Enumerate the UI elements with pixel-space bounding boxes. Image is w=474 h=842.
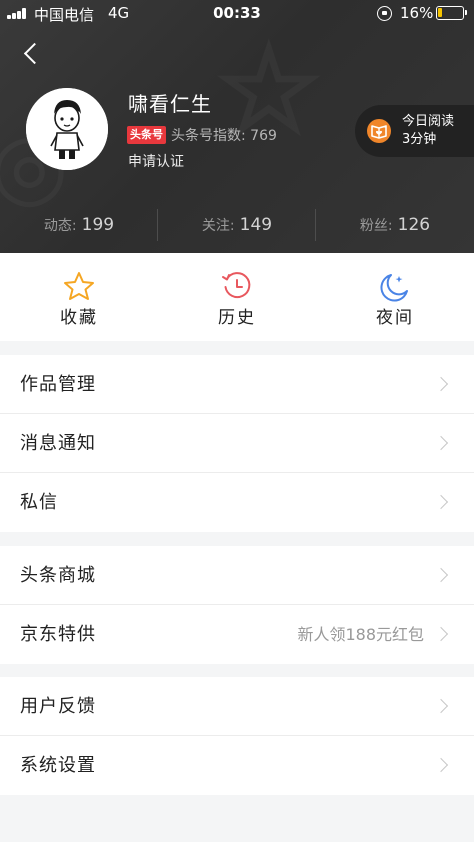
stat-value: 199 [81,215,115,235]
jd-promo-text: 新人领188元红包 [297,625,424,644]
status-bar: 中国电信 4G 00:33 16% [0,0,474,26]
profile-stats: 动态: 199 关注: 149 粉丝: 126 [0,205,474,245]
menu-item-label: 京东特供 [20,624,96,645]
menu-group-shopping: 头条商城 京东特供 新人领188元红包 [0,546,474,664]
toutiao-index-value: 769 [250,128,277,144]
avatar[interactable] [26,88,108,170]
menu-item-toutiao-mall[interactable]: 头条商城 [0,546,474,605]
history-button[interactable]: 历史 [158,253,316,341]
menu-item-system-settings[interactable]: 系统设置 [0,736,474,795]
stat-following[interactable]: 关注: 149 [158,205,316,245]
chevron-left-icon [23,42,46,65]
chevron-right-icon [433,567,449,583]
stat-label: 关注: [201,218,235,234]
favorites-label: 收藏 [60,308,98,328]
battery-percentage: 16% [400,4,434,22]
star-icon [64,272,94,300]
stat-posts[interactable]: 动态: 199 [0,205,158,245]
profile-header: ☆ ◎ 中国电信 4G 00:33 16% [0,0,474,253]
apply-certification-link[interactable]: 申请认证 [128,151,184,171]
history-label: 历史 [218,308,256,328]
quick-actions: 收藏 历史 夜间 [0,253,474,341]
toutiao-badge: 头条号 [127,126,166,144]
today-reading-text: 今日阅读 3分钟 [402,113,454,149]
menu-group-content: 作品管理 消息通知 私信 [0,355,474,532]
night-mode-button[interactable]: 夜间 [316,253,474,341]
menu-item-feedback[interactable]: 用户反馈 [0,677,474,736]
menu-item-label: 作品管理 [20,374,96,395]
stat-value: 149 [239,215,273,235]
toutiao-index: 头条号指数: 769 [171,125,277,145]
menu-item-label: 私信 [20,492,58,513]
book-heart-icon [367,119,391,143]
menu-group-settings: 用户反馈 系统设置 [0,677,474,795]
chevron-right-icon [433,698,449,714]
menu-item-label: 系统设置 [20,755,96,776]
rotation-lock-icon [377,6,392,21]
today-reading-button[interactable]: 今日阅读 3分钟 [355,105,474,157]
moon-icon [380,274,408,302]
today-reading-duration: 3分钟 [402,132,437,147]
today-reading-label: 今日阅读 [402,114,455,129]
menu-item-label: 消息通知 [20,433,96,454]
menu-item-label: 用户反馈 [20,696,96,717]
menu-item-works-management[interactable]: 作品管理 [0,355,474,414]
cartoon-avatar-icon [26,88,108,170]
night-mode-label: 夜间 [376,308,414,328]
stat-label: 粉丝: [359,218,393,234]
back-button[interactable] [18,38,48,70]
chevron-right-icon [433,494,449,510]
menu-item-notifications[interactable]: 消息通知 [0,414,474,473]
username: 啸看仁生 [128,92,212,116]
menu-item-label: 头条商城 [20,565,96,586]
toutiao-index-label: 头条号指数: [171,128,246,144]
stat-label: 动态: [43,218,77,234]
menu-item-jd-special[interactable]: 京东特供 新人领188元红包 [0,605,474,664]
battery-icon [436,6,467,20]
history-clock-icon [222,272,251,299]
chevron-right-icon [433,376,449,392]
menu-item-private-messages[interactable]: 私信 [0,473,474,532]
favorites-button[interactable]: 收藏 [0,253,158,341]
stat-followers[interactable]: 粉丝: 126 [316,205,474,245]
chevron-right-icon [433,626,449,642]
chevron-right-icon [433,757,449,773]
stat-value: 126 [397,215,431,235]
chevron-right-icon [433,435,449,451]
